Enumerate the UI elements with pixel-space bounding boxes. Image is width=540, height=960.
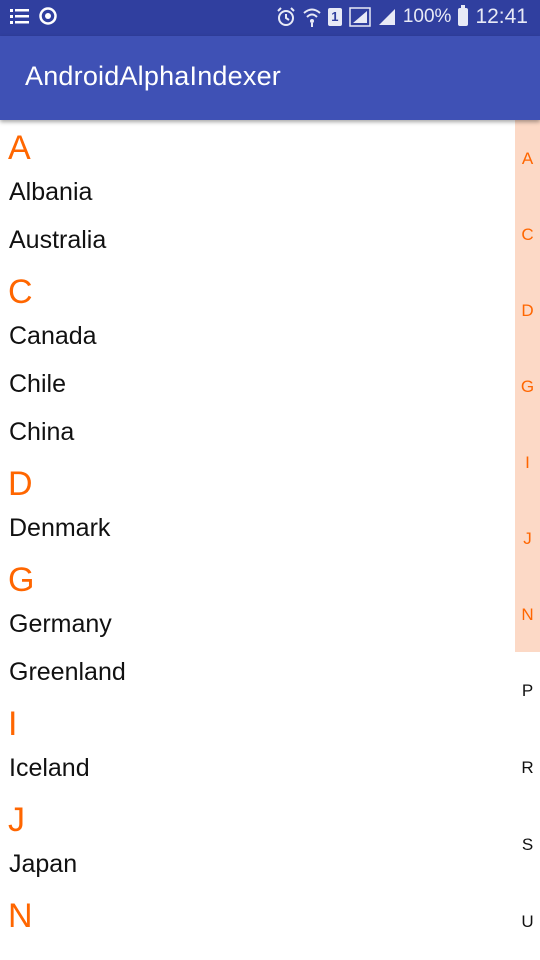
list-item[interactable]: Canada xyxy=(0,320,515,368)
status-bar: 1 100% 12:41 xyxy=(0,0,540,36)
indexer-letter-g[interactable]: G xyxy=(515,377,540,397)
section-header-g: G xyxy=(8,561,35,599)
list-item[interactable]: Greenland xyxy=(0,656,515,704)
indexer-letter-i[interactable]: I xyxy=(515,453,540,473)
list-item[interactable]: Japan xyxy=(0,848,515,896)
list-item[interactable]: China xyxy=(0,416,515,464)
wifi-icon xyxy=(303,7,321,27)
status-bar-right: 1 100% 12:41 xyxy=(276,5,528,29)
section-header-j: J xyxy=(8,801,25,839)
section-header-c: C xyxy=(8,273,33,311)
section-header-a: A xyxy=(8,129,31,167)
signal-icon xyxy=(349,7,371,27)
sync-icon xyxy=(38,6,58,26)
alarm-icon xyxy=(276,7,296,27)
signal-strength-icon xyxy=(378,8,396,26)
app-title: AndroidAlphaIndexer xyxy=(25,61,281,91)
indexer-letter-a[interactable]: A xyxy=(515,149,540,169)
list-item[interactable]: Germany xyxy=(0,608,515,656)
indexer-letter-p[interactable]: P xyxy=(515,681,540,701)
section-header-d: D xyxy=(8,465,33,503)
alpha-indexer[interactable]: A C D G I J N P R S U xyxy=(515,120,540,960)
status-bar-left xyxy=(10,6,58,26)
list-item[interactable]: Denmark xyxy=(0,512,515,560)
indexer-letter-n[interactable]: N xyxy=(515,605,540,625)
list-item[interactable]: Albania xyxy=(0,176,515,224)
list-notification-icon xyxy=(10,7,30,25)
list-item[interactable]: Chile xyxy=(0,368,515,416)
list-item[interactable]: Australia xyxy=(0,224,515,272)
battery-percentage: 100% xyxy=(402,6,452,27)
indexer-letter-s[interactable]: S xyxy=(515,835,540,855)
indexer-letter-u[interactable]: U xyxy=(515,912,540,932)
indexer-letter-d[interactable]: D xyxy=(515,301,540,321)
battery-icon xyxy=(458,5,469,26)
section-header-n: N xyxy=(8,897,33,935)
indexer-letter-r[interactable]: R xyxy=(515,758,540,778)
country-list[interactable]: A Albania Australia C Canada Chile China… xyxy=(0,120,515,960)
country-list-content: A Albania Australia C Canada Chile China… xyxy=(0,128,515,944)
clock: 12:41 xyxy=(475,5,528,28)
indexer-letter-j[interactable]: J xyxy=(515,529,540,549)
indexer-letter-c[interactable]: C xyxy=(515,225,540,245)
sim-icon: 1 xyxy=(327,8,342,26)
list-item[interactable]: Iceland xyxy=(0,752,515,800)
app-bar: AndroidAlphaIndexer xyxy=(0,36,540,120)
section-header-i: I xyxy=(8,705,18,743)
